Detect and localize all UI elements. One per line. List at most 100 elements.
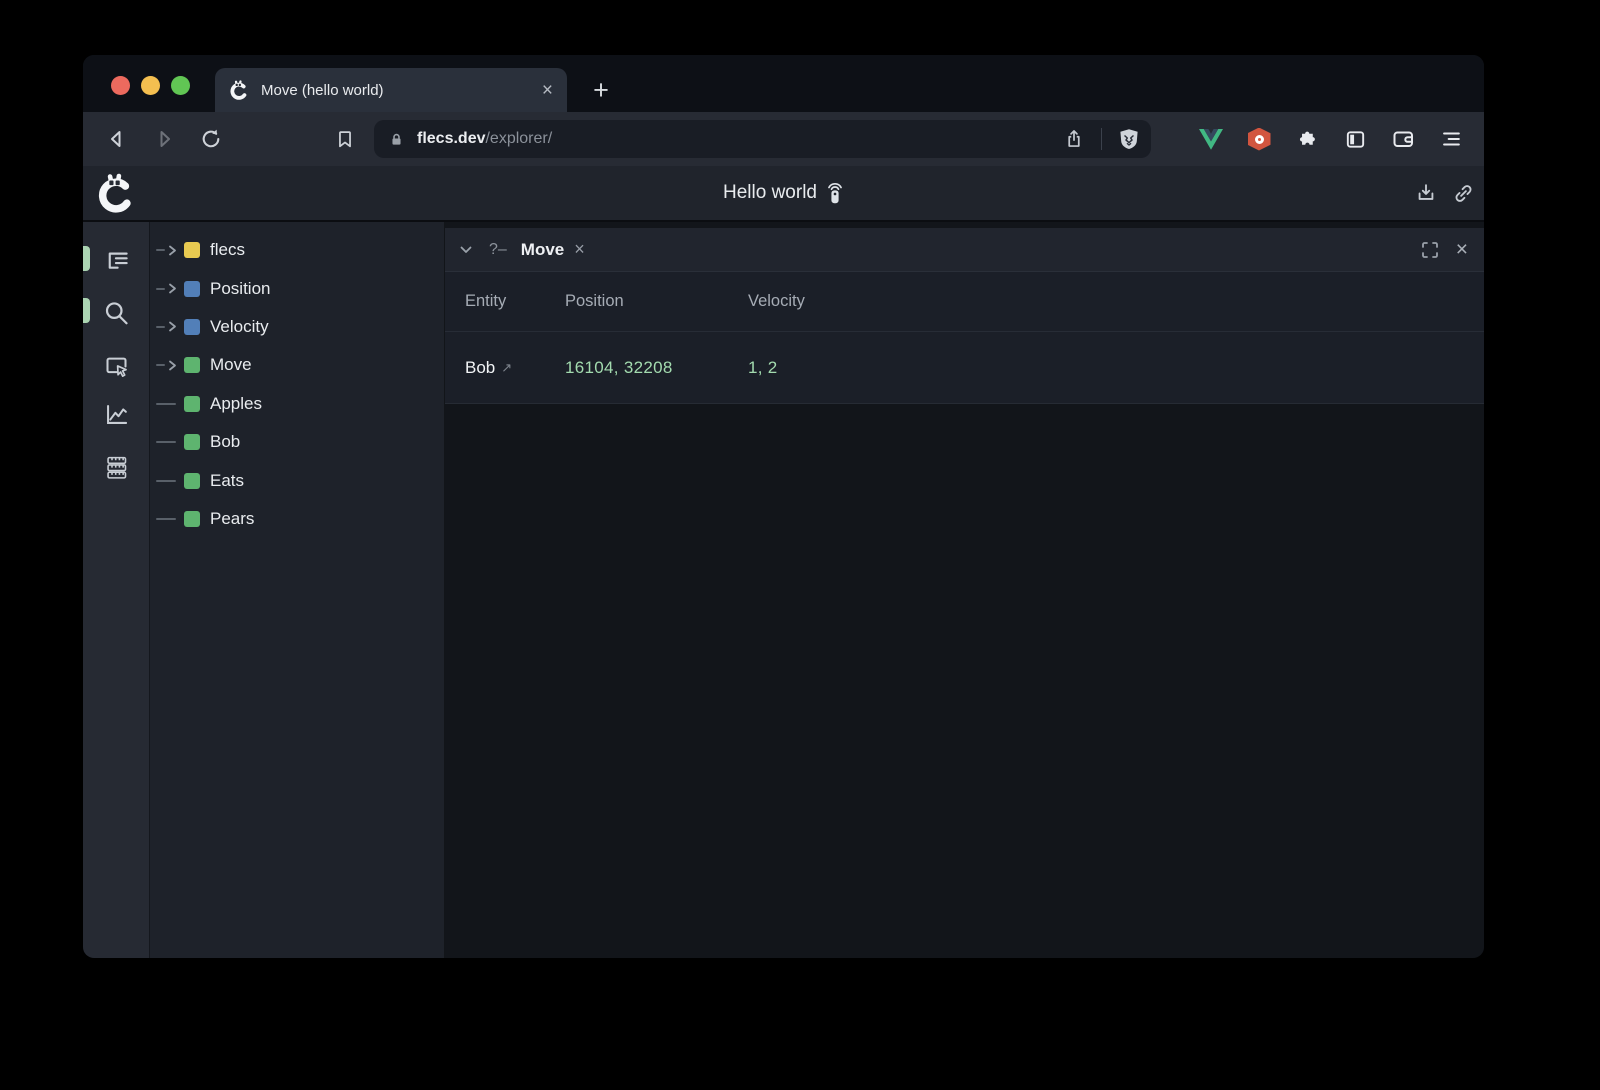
- expand-arrow-icon[interactable]: [156, 320, 180, 333]
- minimize-window-button[interactable]: [141, 76, 160, 95]
- explorer-header: Hello world: [83, 166, 1484, 222]
- extensions-button[interactable]: [1295, 127, 1319, 151]
- active-indicator-search: [83, 298, 90, 323]
- table-row[interactable]: Bob ↗ 16104, 32208 1, 2: [445, 332, 1484, 403]
- tree-item-label[interactable]: Move: [210, 355, 252, 375]
- query-clear-icon[interactable]: ×: [574, 239, 585, 260]
- tree-item-position[interactable]: Position: [150, 269, 444, 307]
- sidebar-panel-icon: [1344, 128, 1367, 151]
- zoom-window-button[interactable]: [171, 76, 190, 95]
- column-header-position: Position: [565, 292, 748, 311]
- sidebar-toggle-button[interactable]: [1343, 127, 1367, 151]
- extension-hexagon-button[interactable]: [1247, 127, 1271, 151]
- velocity-value: 1, 2: [748, 358, 1484, 378]
- entity-cell[interactable]: Bob ↗: [465, 358, 565, 378]
- tree-item-label[interactable]: Position: [210, 279, 270, 299]
- module-color-swatch: [184, 242, 200, 258]
- entity-color-swatch: [184, 511, 200, 527]
- fullscreen-icon[interactable]: [1421, 241, 1439, 259]
- tree-item-flecs[interactable]: flecs: [150, 231, 444, 269]
- puzzle-icon: [1296, 128, 1319, 151]
- expand-arrow-icon[interactable]: [156, 282, 180, 295]
- reload-button[interactable]: [199, 127, 223, 151]
- leaf-connector: [156, 403, 180, 405]
- traffic-lights: [111, 76, 190, 95]
- collapse-chevron-icon[interactable]: [459, 243, 473, 257]
- extension-icons: [1151, 127, 1463, 151]
- remote-connection-icon[interactable]: [827, 181, 844, 205]
- browser-tab[interactable]: Move (hello world) ×: [215, 68, 567, 112]
- query-result-area: ?– Move × × En: [445, 222, 1484, 958]
- tree-item-label[interactable]: Velocity: [210, 317, 269, 337]
- browser-menu-button[interactable]: [1439, 127, 1463, 151]
- tree-item-label[interactable]: Pears: [210, 509, 254, 529]
- tree-view-button[interactable]: [102, 247, 130, 275]
- active-indicator-tree: [83, 246, 90, 271]
- entity-color-swatch: [184, 396, 200, 412]
- inspect-icon: [103, 353, 130, 380]
- expand-arrow-icon[interactable]: [156, 244, 180, 257]
- url-path: /explorer/: [485, 130, 552, 147]
- lock-icon: [388, 131, 405, 148]
- tree-item-label[interactable]: Apples: [210, 394, 262, 414]
- column-header-entity: Entity: [465, 292, 565, 311]
- browser-toolbar: flecs.dev/explorer/: [83, 112, 1484, 166]
- leaf-connector: [156, 518, 180, 520]
- memory-button[interactable]: [102, 453, 130, 481]
- tree-item-pears[interactable]: Pears: [150, 500, 444, 538]
- bookmark-button[interactable]: [333, 127, 357, 151]
- table-header-row: Entity Position Velocity: [445, 272, 1484, 331]
- new-tab-button[interactable]: +: [586, 73, 616, 107]
- share-button[interactable]: [1062, 127, 1086, 151]
- icon-rail: [83, 222, 150, 958]
- link-icon: [1452, 182, 1475, 205]
- search-button[interactable]: [102, 299, 130, 327]
- vue-devtools-button[interactable]: [1199, 127, 1223, 151]
- inspect-button[interactable]: [102, 352, 130, 380]
- tree-item-label[interactable]: flecs: [210, 240, 245, 260]
- brave-shield-icon: [1117, 127, 1141, 151]
- panel-empty-space: [445, 404, 1484, 958]
- leaf-connector: [156, 441, 180, 443]
- entity-color-swatch: [184, 473, 200, 489]
- tree-item-velocity[interactable]: Velocity: [150, 308, 444, 346]
- entity-color-swatch: [184, 434, 200, 450]
- back-button[interactable]: [105, 127, 129, 151]
- wallet-icon: [1391, 127, 1415, 151]
- tab-favicon-flecs: [229, 80, 249, 100]
- stats-button[interactable]: [102, 400, 130, 428]
- tree-item-apples[interactable]: Apples: [150, 385, 444, 423]
- hexagon-icon: [1248, 128, 1271, 151]
- column-header-velocity: Velocity: [748, 292, 1484, 311]
- url-bar[interactable]: flecs.dev/explorer/: [374, 120, 1151, 158]
- tree-item-label[interactable]: Eats: [210, 471, 244, 491]
- forward-button[interactable]: [152, 127, 176, 151]
- share-link-button[interactable]: [1451, 181, 1475, 205]
- tab-close-icon[interactable]: ×: [542, 81, 553, 100]
- tree-item-eats[interactable]: Eats: [150, 461, 444, 499]
- download-button[interactable]: [1414, 181, 1438, 205]
- url-text: flecs.dev/explorer/: [417, 130, 552, 148]
- query-result-table: Entity Position Velocity Bob ↗ 16104, 32…: [445, 272, 1484, 404]
- entity-color-swatch: [184, 357, 200, 373]
- entity-name[interactable]: Bob: [465, 358, 495, 378]
- tab-strip: Move (hello world) × +: [83, 55, 1484, 112]
- wallet-button[interactable]: [1391, 127, 1415, 151]
- tree-item-move[interactable]: Move: [150, 346, 444, 384]
- back-icon: [105, 127, 129, 151]
- line-chart-icon: [103, 401, 130, 428]
- tree-item-label[interactable]: Bob: [210, 432, 240, 452]
- search-icon: [102, 299, 130, 327]
- brave-shields-button[interactable]: [1117, 127, 1141, 151]
- share-icon: [1063, 128, 1085, 150]
- close-panel-icon[interactable]: ×: [1456, 239, 1468, 260]
- url-bar-divider: [1101, 128, 1102, 150]
- query-panel-header: ?– Move × ×: [445, 228, 1484, 272]
- world-title-wrap: Hello world: [723, 181, 844, 205]
- close-window-button[interactable]: [111, 76, 130, 95]
- query-panel-actions: ×: [1421, 239, 1468, 260]
- tree-item-bob[interactable]: Bob: [150, 423, 444, 461]
- expand-arrow-icon[interactable]: [156, 359, 180, 372]
- bookmark-icon: [334, 128, 356, 150]
- entity-link-icon[interactable]: ↗: [501, 360, 512, 376]
